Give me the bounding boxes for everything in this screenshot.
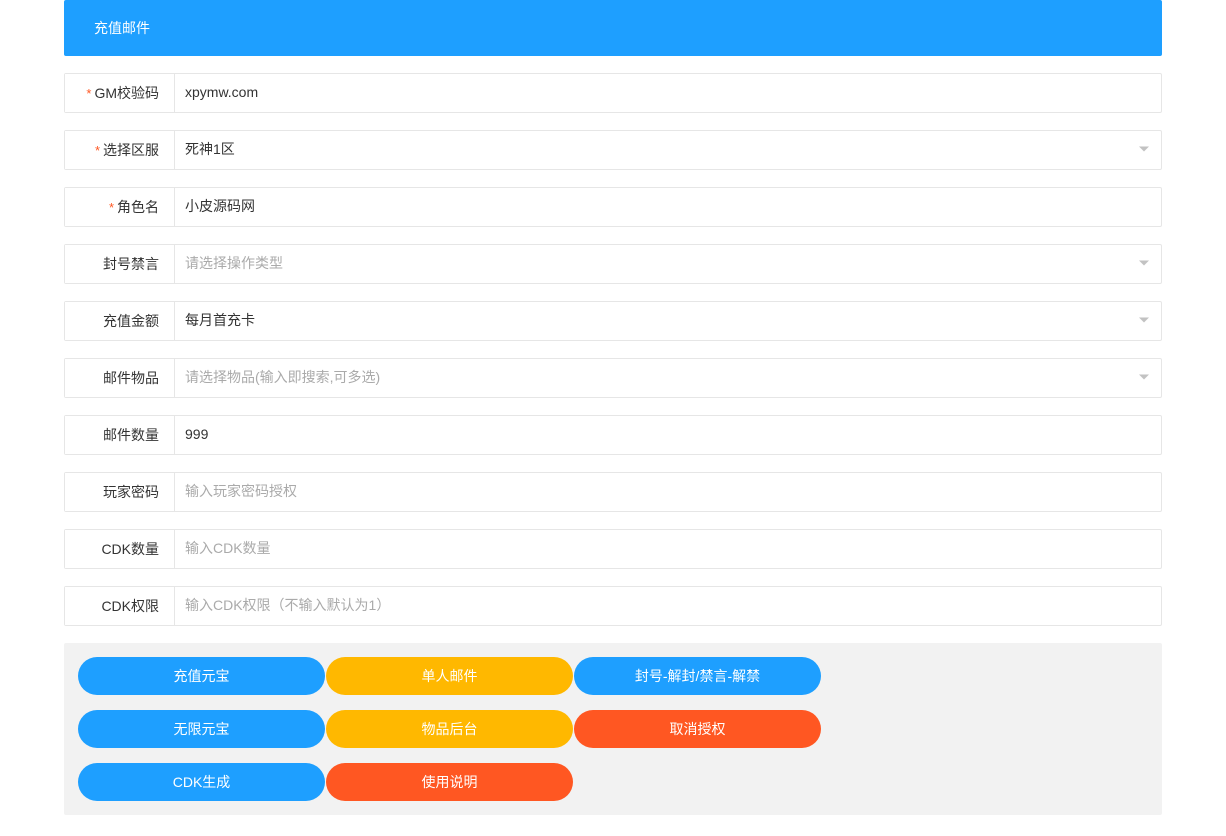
cdk-generate-button[interactable]: CDK生成 <box>78 763 325 801</box>
label-amount: 充值金额 <box>65 302 175 340</box>
button-row-3: CDK生成 使用说明 <box>78 763 1148 801</box>
label-cdk-permission: CDK权限 <box>65 587 175 625</box>
chevron-down-icon <box>1139 318 1149 323</box>
label-mail-quantity: 邮件数量 <box>65 416 175 454</box>
field-player-password: 玩家密码 <box>64 472 1162 512</box>
label-server: * 选择区服 <box>65 131 175 169</box>
label-character: * 角色名 <box>65 188 175 226</box>
header-banner: 充值邮件 <box>64 0 1162 56</box>
required-mark: * <box>109 200 114 215</box>
field-cdk-permission: CDK权限 <box>64 586 1162 626</box>
single-mail-button[interactable]: 单人邮件 <box>326 657 573 695</box>
button-row-1: 充值元宝 单人邮件 封号-解封/禁言-解禁 <box>78 657 1148 695</box>
label-gm-code: * GM校验码 <box>65 74 175 112</box>
field-cdk-quantity: CDK数量 <box>64 529 1162 569</box>
required-mark: * <box>95 143 100 158</box>
select-amount[interactable]: 每月首充卡 <box>175 302 1161 338</box>
input-cdk-quantity[interactable] <box>175 530 1161 566</box>
label-cdk-quantity: CDK数量 <box>65 530 175 568</box>
select-ban[interactable]: 请选择操作类型 <box>175 245 1161 281</box>
required-mark: * <box>86 86 91 101</box>
button-panel: 充值元宝 单人邮件 封号-解封/禁言-解禁 无限元宝 物品后台 取消授权 CDK… <box>64 643 1162 815</box>
chevron-down-icon <box>1139 147 1149 152</box>
input-mail-quantity[interactable] <box>175 416 1161 452</box>
recharge-yuanbao-button[interactable]: 充值元宝 <box>78 657 325 695</box>
field-gm-code: * GM校验码 <box>64 73 1162 113</box>
ban-unban-button[interactable]: 封号-解封/禁言-解禁 <box>574 657 821 695</box>
input-gm-code[interactable] <box>175 74 1161 110</box>
select-server[interactable]: 死神1区 <box>175 131 1161 167</box>
field-amount: 充值金额 每月首充卡 <box>64 301 1162 341</box>
field-character: * 角色名 <box>64 187 1162 227</box>
input-cdk-permission[interactable] <box>175 587 1161 623</box>
label-ban: 封号禁言 <box>65 245 175 283</box>
unlimited-yuanbao-button[interactable]: 无限元宝 <box>78 710 325 748</box>
label-mail-items: 邮件物品 <box>65 359 175 397</box>
button-row-2: 无限元宝 物品后台 取消授权 <box>78 710 1148 748</box>
item-backend-button[interactable]: 物品后台 <box>326 710 573 748</box>
header-title: 充值邮件 <box>94 20 150 36</box>
field-mail-quantity: 邮件数量 <box>64 415 1162 455</box>
cancel-auth-button[interactable]: 取消授权 <box>574 710 821 748</box>
label-player-password: 玩家密码 <box>65 473 175 511</box>
field-ban: 封号禁言 请选择操作类型 <box>64 244 1162 284</box>
input-character[interactable] <box>175 188 1161 224</box>
input-player-password[interactable] <box>175 473 1161 509</box>
usage-guide-button[interactable]: 使用说明 <box>326 763 573 801</box>
field-mail-items: 邮件物品 请选择物品(输入即搜索,可多选) <box>64 358 1162 398</box>
chevron-down-icon <box>1139 261 1149 266</box>
field-server: * 选择区服 死神1区 <box>64 130 1162 170</box>
select-mail-items[interactable]: 请选择物品(输入即搜索,可多选) <box>175 359 1161 395</box>
chevron-down-icon <box>1139 375 1149 380</box>
